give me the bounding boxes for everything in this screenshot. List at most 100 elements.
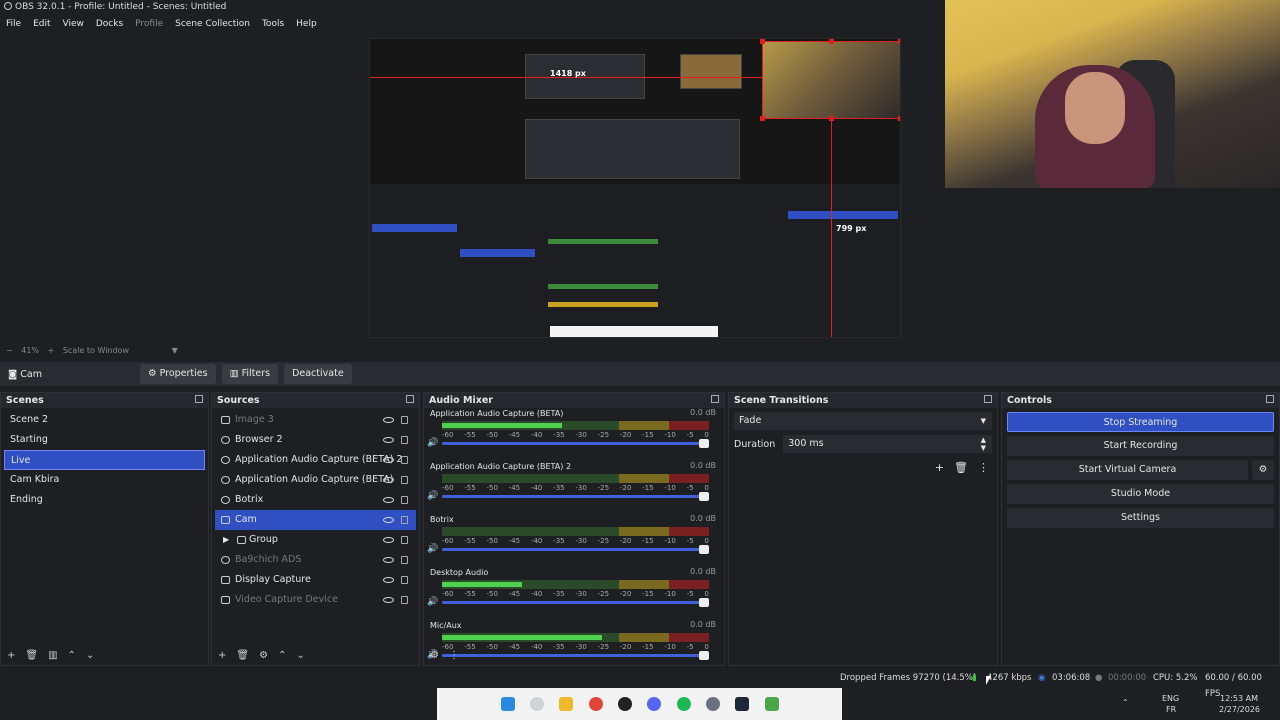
source-item[interactable]: Video Capture Device	[215, 590, 416, 610]
stop-streaming-button[interactable]: Stop Streaming	[1007, 412, 1274, 432]
menu-edit[interactable]: Edit	[27, 16, 56, 32]
scale-mode[interactable]: Scale to Window	[63, 346, 129, 355]
duration-input[interactable]: 300 ms ▲ ▼	[783, 435, 992, 453]
eye-icon[interactable]	[383, 477, 394, 483]
eye-icon[interactable]	[383, 457, 394, 463]
filters-button[interactable]: ▥ Filters	[221, 364, 279, 384]
spin-arrows-icon[interactable]: ▲ ▼	[981, 436, 986, 452]
source-item[interactable]: Botrix	[215, 490, 416, 510]
eye-hidden-icon[interactable]	[383, 557, 394, 563]
resize-handle[interactable]	[829, 39, 834, 44]
lock-icon[interactable]	[401, 576, 408, 584]
resize-handle[interactable]	[829, 116, 834, 121]
arrow-down-icon[interactable]: ⌄	[86, 650, 94, 661]
trash-icon[interactable]: 🗑	[25, 650, 38, 661]
trash-icon[interactable]: 🗑	[236, 650, 249, 661]
trash-icon[interactable]: 🗑	[954, 461, 968, 474]
scene-item[interactable]: Starting	[4, 430, 205, 450]
more-options-icon[interactable]: ⋮	[449, 650, 459, 661]
chevron-down-icon[interactable]: ▼	[172, 346, 178, 355]
lock-icon[interactable]	[401, 596, 408, 604]
speaker-icon[interactable]: 🔊	[427, 491, 438, 501]
arrow-down-icon[interactable]: ⌄	[296, 650, 304, 661]
settings-app-icon[interactable]	[706, 697, 720, 711]
scene-item-selected[interactable]: Live	[4, 450, 205, 470]
zoom-out-button[interactable]: −	[6, 346, 13, 355]
lock-icon[interactable]	[401, 556, 408, 564]
slider-knob[interactable]	[699, 492, 709, 501]
gear-icon[interactable]: ⚙	[259, 650, 268, 661]
arrow-up-icon[interactable]: ⌃	[68, 650, 76, 661]
undock-icon[interactable]	[984, 395, 992, 403]
eye-icon[interactable]	[383, 577, 394, 583]
chevron-up-icon[interactable]: ⌃	[1122, 698, 1129, 707]
volume-slider[interactable]	[442, 492, 709, 501]
menu-scene-collection[interactable]: Scene Collection	[169, 16, 256, 32]
preview-canvas[interactable]: 1418 px 799 px	[369, 38, 901, 338]
undock-icon[interactable]	[195, 395, 203, 403]
slider-knob[interactable]	[699, 651, 709, 660]
menu-profile[interactable]: Profile	[129, 16, 169, 32]
undock-icon[interactable]	[1266, 395, 1274, 403]
start-recording-button[interactable]: Start Recording	[1007, 436, 1274, 456]
slider-knob[interactable]	[699, 598, 709, 607]
undock-icon[interactable]	[711, 395, 719, 403]
chrome-icon[interactable]	[589, 697, 603, 711]
search-icon[interactable]	[530, 697, 544, 711]
properties-button[interactable]: ⚙ Properties	[140, 364, 216, 384]
source-item-selected[interactable]: Cam	[215, 510, 416, 530]
add-icon[interactable]: +	[935, 461, 944, 474]
windows-start-icon[interactable]	[501, 697, 515, 711]
speaker-icon[interactable]: 🔊	[427, 438, 438, 448]
eye-icon[interactable]	[383, 537, 394, 543]
lock-icon[interactable]	[401, 416, 408, 424]
source-group[interactable]: ▶ Group	[215, 530, 416, 550]
discord-icon[interactable]	[647, 697, 661, 711]
zoom-in-button[interactable]: +	[48, 346, 55, 355]
resize-handle[interactable]	[898, 39, 900, 44]
lock-icon[interactable]	[401, 456, 408, 464]
slider-knob[interactable]	[699, 545, 709, 554]
settings-button[interactable]: Settings	[1007, 508, 1274, 528]
lock-icon[interactable]	[401, 476, 408, 484]
studio-mode-button[interactable]: Studio Mode	[1007, 484, 1274, 504]
gear-icon[interactable]: ⚙	[1252, 460, 1274, 480]
eye-icon[interactable]	[383, 437, 394, 443]
lock-icon[interactable]	[401, 516, 408, 524]
menu-tools[interactable]: Tools	[256, 16, 290, 32]
lock-icon[interactable]	[401, 496, 408, 504]
eye-icon[interactable]	[383, 497, 394, 503]
menu-view[interactable]: View	[57, 16, 90, 32]
eye-hidden-icon[interactable]	[383, 417, 394, 423]
source-item[interactable]: Application Audio Capture (BETA) 2	[215, 450, 416, 470]
source-item[interactable]: Ba9chich ADS	[215, 550, 416, 570]
resize-handle[interactable]	[760, 39, 765, 44]
language[interactable]: ENG	[1162, 694, 1179, 703]
undock-icon[interactable]	[406, 395, 414, 403]
expand-arrow-icon[interactable]: ▶	[223, 530, 229, 550]
scene-item[interactable]: Scene 2	[4, 410, 205, 430]
resize-handle[interactable]	[898, 116, 900, 121]
volume-slider[interactable]	[442, 598, 709, 607]
source-item[interactable]: Display Capture	[215, 570, 416, 590]
resize-handle[interactable]	[760, 116, 765, 121]
speaker-icon[interactable]: 🔊	[427, 597, 438, 607]
mixer-settings-icon[interactable]: ⚙	[430, 650, 439, 661]
lock-icon[interactable]	[401, 536, 408, 544]
source-item[interactable]: Browser 2	[215, 430, 416, 450]
source-item[interactable]: Application Audio Capture (BETA)	[215, 470, 416, 490]
file-explorer-icon[interactable]	[559, 697, 573, 711]
scene-item[interactable]: Cam Kbira	[4, 470, 205, 490]
selected-source-cam[interactable]	[760, 39, 900, 121]
volume-slider[interactable]	[442, 651, 709, 660]
deactivate-button[interactable]: Deactivate	[284, 364, 352, 384]
arrow-up-icon[interactable]: ⌃	[278, 650, 286, 661]
filter-icon[interactable]: ▥	[48, 650, 57, 661]
scene-item[interactable]: Ending	[4, 490, 205, 510]
app-icon[interactable]	[765, 697, 779, 711]
eye-hidden-icon[interactable]	[383, 597, 394, 603]
source-item[interactable]: Image 3	[215, 410, 416, 430]
clock-time[interactable]: 12:53 AM	[1220, 694, 1258, 703]
eye-icon[interactable]	[383, 517, 394, 523]
volume-slider[interactable]	[442, 439, 709, 448]
